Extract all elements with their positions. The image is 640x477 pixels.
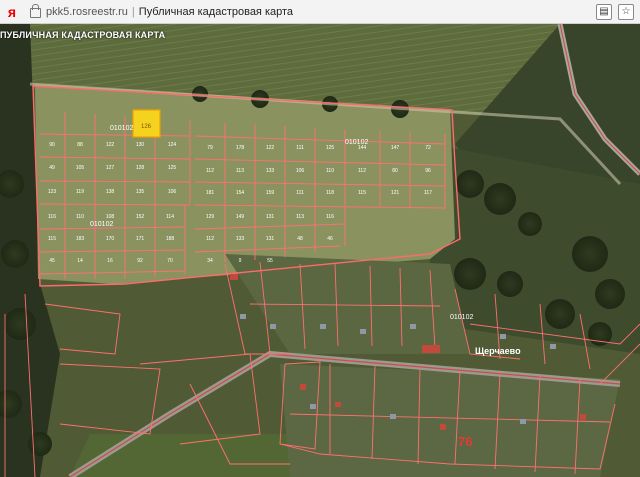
parcel-number: 14 [77,258,83,264]
parcel-number: 80 [392,168,398,174]
parcel-number: 108 [106,214,115,220]
parcel-number: 117 [424,190,432,196]
parcel-number: 16 [107,258,113,264]
quarter-label: 010102 [110,125,133,132]
parcel-number: 138 [106,189,115,195]
parcel-number: 111 [296,145,304,151]
village-label: Щерчаево [475,346,521,356]
quarter-label: 010102 [345,139,368,146]
parcel-number: 121 [391,190,400,196]
parcel-number: 152 [136,214,145,220]
parcel-number: 118 [326,190,334,196]
parcel-number: 131 [266,214,275,220]
parcel-number: 70 [167,258,173,264]
parcel-number: 116 [326,214,334,220]
parcel-number: 112 [206,236,214,242]
parcel-number: 133 [266,168,275,174]
parcel-number: 147 [391,145,400,151]
parcel-number: 112 [206,168,214,174]
parcel-number: 115 [48,236,56,242]
url-text[interactable]: pkk5.rosreestr.ru [46,6,128,18]
parcel-number: 125 [168,165,177,171]
parcel-number: 129 [206,214,215,220]
parcel-number: 45 [49,258,55,264]
map-canvas[interactable]: 126 90 88 122 130 124 49 105 127 128 125 123 119 138… [0,24,640,477]
parcel-number: 9 [239,258,242,264]
parcel-number: 106 [168,189,177,195]
parcel-number: 48 [297,236,303,242]
parcel-number: 128 [136,165,145,171]
parcel-number: 110 [76,214,84,220]
parcel-number: 188 [166,236,175,242]
parcel-number: 183 [76,236,85,242]
parcel-number: 112 [358,168,366,174]
parcel-number: 125 [326,145,335,151]
parcel-number: 123 [48,189,57,195]
page-title: Публичная кадастровая карта [138,5,294,18]
parcel-number: 92 [137,258,143,264]
bookmark-icon[interactable]: ☆ [618,4,634,20]
road-number-label: 76 [458,434,472,449]
reader-mode-icon[interactable]: ▤ [596,4,612,20]
parcel-number: 46 [327,236,333,242]
parcel-number: 96 [425,168,431,174]
parcel-number: 49 [49,165,55,171]
parcel-number: 122 [106,142,115,148]
parcel-number: 122 [266,145,275,151]
parcel-number: 159 [266,190,275,196]
parcel-number: 105 [76,165,85,171]
lock-icon [30,3,41,18]
parcel-number: 113 [236,168,244,174]
parcel-number: 133 [236,236,245,242]
parcel-number: 115 [358,190,366,196]
browser-toolbar: я pkk5.rosreestr.ru | Публичная кадастро… [0,0,640,24]
parcel-number: 114 [166,214,174,220]
parcel-number: 170 [106,236,115,242]
parcel-number: 130 [136,142,145,148]
parcel-number: 127 [106,165,115,171]
parcel-number: 106 [296,168,305,174]
cadastral-map[interactable]: 126 90 88 122 130 124 49 105 127 128 125 123 119 138… [0,24,640,477]
parcel-number: 72 [425,145,431,151]
parcel-number: 90 [49,142,55,148]
parcel-number: 55 [267,258,273,264]
parcel-number: 181 [206,190,215,196]
parcel-number: 131 [266,236,275,242]
parcel-number: 79 [207,145,213,151]
highlighted-parcel-label: 126 [141,124,152,130]
parcel-number: 88 [77,142,83,148]
parcel-number: 111 [296,190,304,196]
parcel-number: 116 [48,214,56,220]
parcel-number: 34 [207,258,213,264]
parcel-number: 171 [136,236,145,242]
parcel-number: 154 [236,190,245,196]
parcel-number: 135 [136,189,145,195]
parcel-number: 124 [168,142,177,148]
yandex-logo-icon[interactable]: я [0,4,24,20]
parcel-number: 110 [326,168,334,174]
quarter-label: 010102 [450,314,473,321]
parcel-number: 119 [76,189,84,195]
parcel-number: 178 [236,145,245,151]
parcel-number: 113 [296,214,304,220]
address-bar[interactable]: pkk5.rosreestr.ru | Публичная кадастрова… [30,3,294,18]
quarter-label: 010102 [90,221,113,228]
map-title: ПУБЛИЧНАЯ КАДАСТРОВАЯ КАРТА [0,30,166,40]
toolbar-actions: ▤ ☆ [596,4,634,20]
parcel-number: 149 [236,214,245,220]
